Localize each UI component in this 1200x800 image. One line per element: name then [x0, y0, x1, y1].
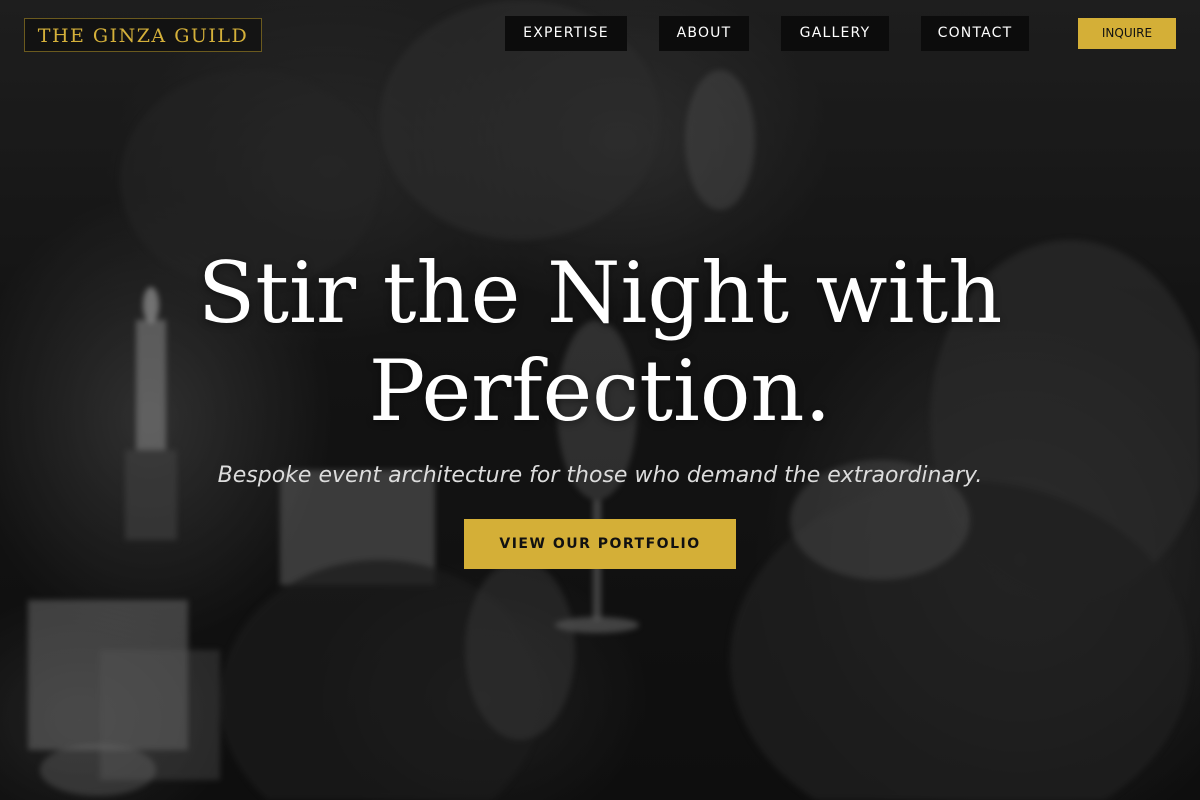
brand-logo[interactable]: THE GINZA GUILD	[24, 18, 262, 52]
view-portfolio-button[interactable]: VIEW OUR PORTFOLIO	[464, 519, 736, 569]
inquire-button[interactable]: INQUIRE	[1078, 18, 1176, 49]
nav-item-expertise[interactable]: EXPERTISE	[505, 16, 627, 51]
nav-item-contact[interactable]: CONTACT	[921, 16, 1029, 51]
hero-headline: Stir the Night with Perfection.	[100, 244, 1100, 440]
hero-section: THE GINZA GUILD EXPERTISE ABOUT GALLERY …	[0, 0, 1200, 800]
nav-item-about[interactable]: ABOUT	[659, 16, 749, 51]
hero-headline-line-2: Perfection.	[368, 342, 832, 440]
nav-item-gallery[interactable]: GALLERY	[781, 16, 889, 51]
hero-subtitle: Bespoke event architecture for those who…	[217, 463, 983, 488]
hero-headline-line-1: Stir the Night with	[197, 244, 1003, 342]
